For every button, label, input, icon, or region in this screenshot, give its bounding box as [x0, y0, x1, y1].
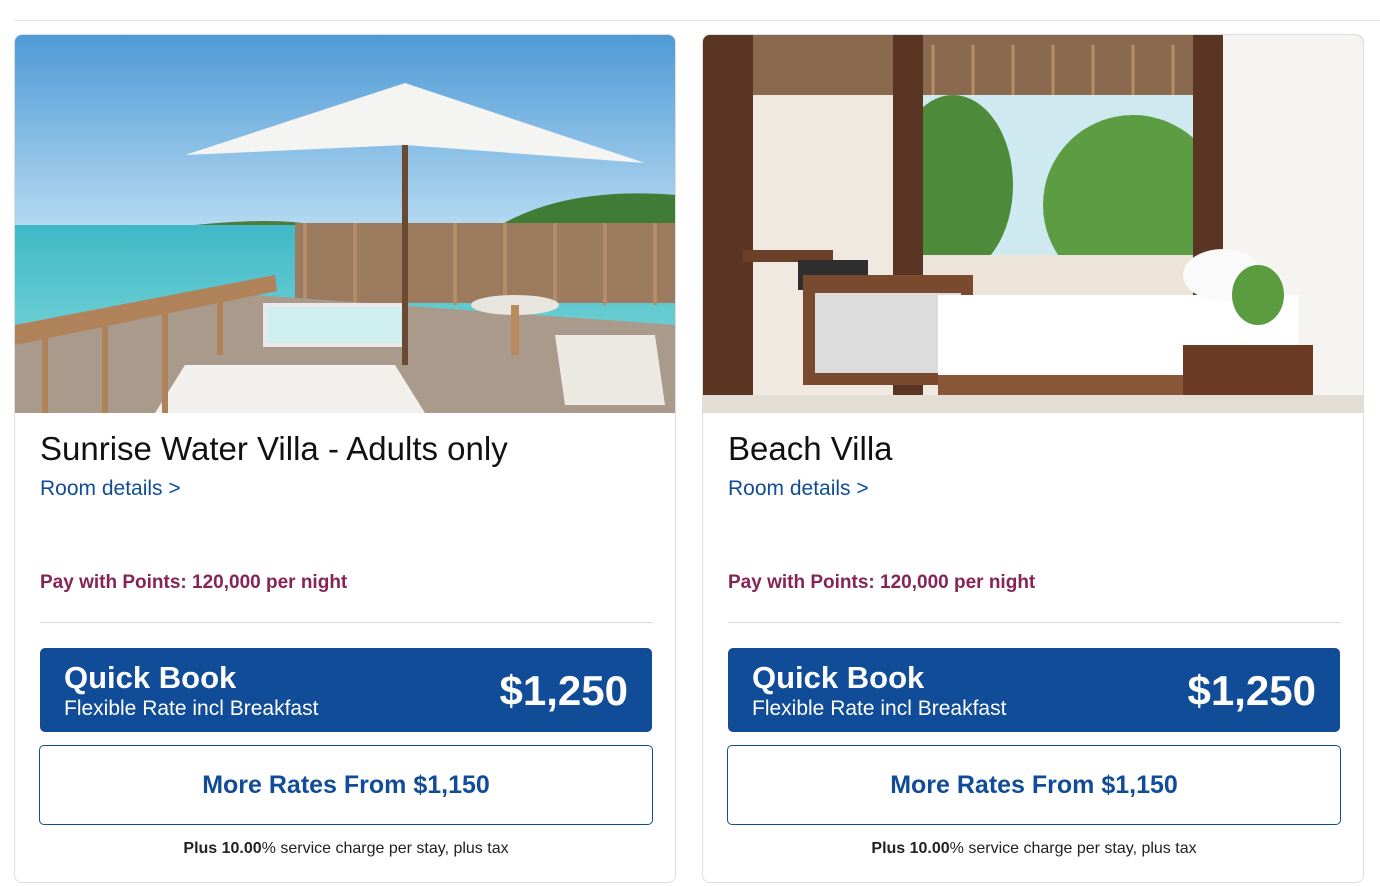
quick-book-label: Quick Book	[752, 660, 925, 695]
room-details-link[interactable]: Room details >	[40, 477, 181, 501]
more-rates-button[interactable]: More Rates From $1,150	[727, 745, 1341, 825]
more-rates-button[interactable]: More Rates From $1,150	[39, 745, 653, 825]
quick-book-rate-name: Flexible Rate incl Breakfast	[64, 697, 319, 720]
service-charge-prefix: Plus 10.00	[183, 840, 262, 857]
top-divider	[14, 20, 1380, 21]
room-details-link[interactable]: Room details >	[728, 477, 869, 501]
service-charge-note: Plus 10.00% service charge per stay, plu…	[15, 840, 675, 858]
quick-book-button[interactable]: Quick Book Flexible Rate incl Breakfast …	[40, 648, 652, 732]
card-divider	[728, 622, 1341, 623]
service-charge-note: Plus 10.00% service charge per stay, plu…	[703, 840, 1363, 858]
room-card-beach-villa: Beach Villa Room details > Pay with Poin…	[702, 34, 1364, 883]
room-photo-water-villa[interactable]	[15, 35, 676, 413]
quick-book-button[interactable]: Quick Book Flexible Rate incl Breakfast …	[728, 648, 1340, 732]
quick-book-rate-name: Flexible Rate incl Breakfast	[752, 697, 1007, 720]
pay-with-points-text: Pay with Points: 120,000 per night	[40, 572, 348, 593]
room-photo-beach-villa[interactable]	[703, 35, 1364, 413]
room-card-sunrise-water-villa: Sunrise Water Villa - Adults only Room d…	[14, 34, 676, 883]
card-divider	[40, 622, 653, 623]
service-charge-suffix: % service charge per stay, plus tax	[261, 840, 509, 857]
service-charge-suffix: % service charge per stay, plus tax	[949, 840, 1197, 857]
quick-book-price: $1,250	[1187, 667, 1316, 714]
quick-book-label: Quick Book	[64, 660, 237, 695]
room-title: Beach Villa	[728, 430, 893, 467]
room-title: Sunrise Water Villa - Adults only	[40, 430, 508, 467]
pay-with-points-text: Pay with Points: 120,000 per night	[728, 572, 1036, 593]
service-charge-prefix: Plus 10.00	[871, 840, 950, 857]
quick-book-price: $1,250	[499, 667, 628, 714]
